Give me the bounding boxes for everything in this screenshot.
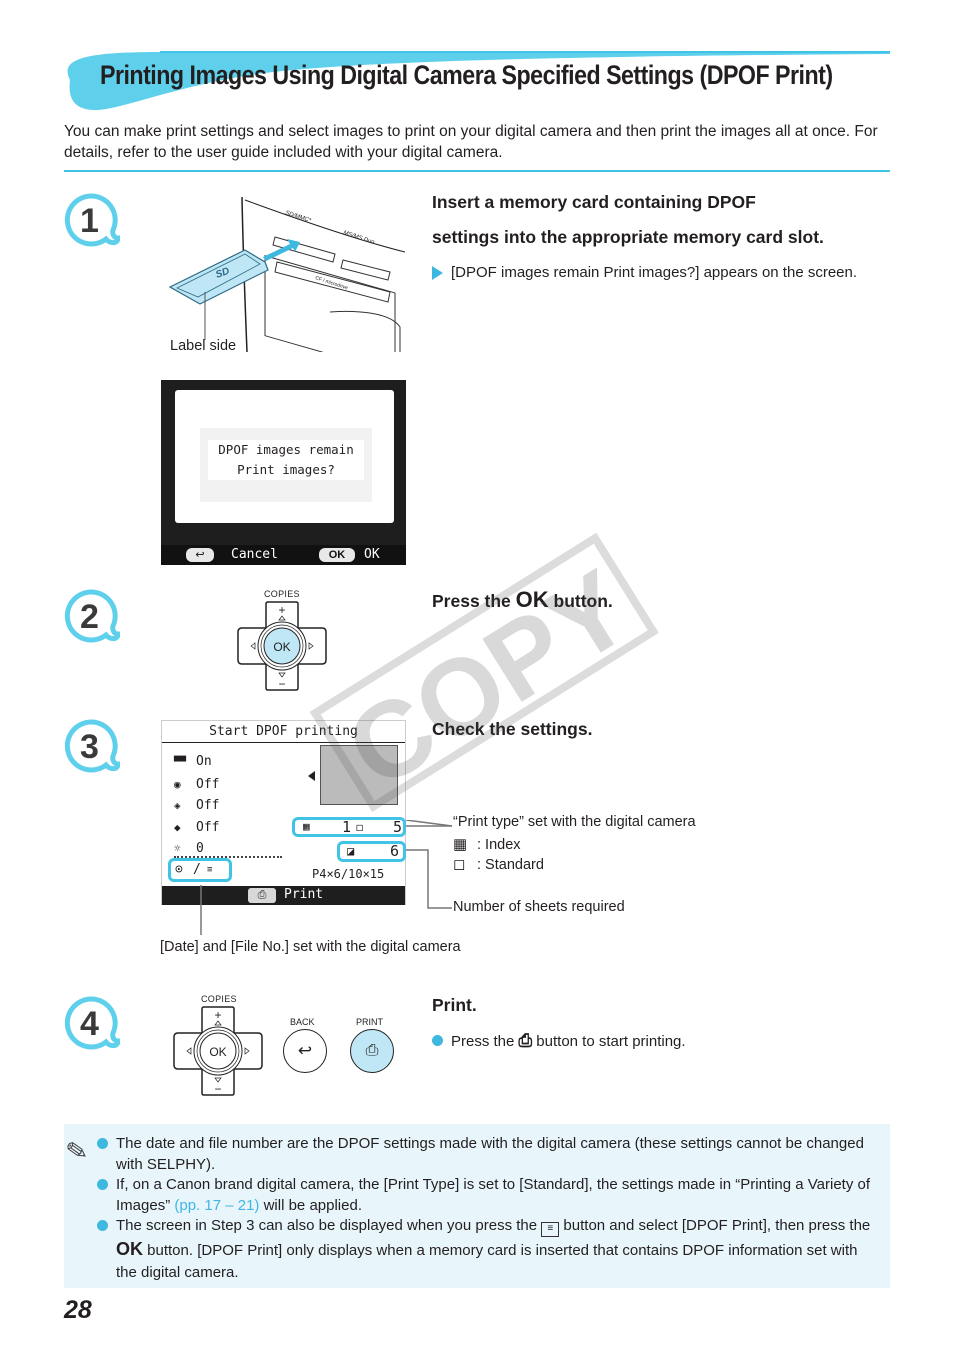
note-item: The screen in Step 3 can also be display… [97, 1215, 876, 1285]
note-item: The date and file number are the DPOF se… [97, 1133, 876, 1175]
setting-value: On [196, 754, 212, 769]
ok-glyph: OK [116, 1238, 143, 1259]
back-key-icon[interactable]: ↩ [186, 548, 214, 562]
dialog-line-2: Print images? [237, 462, 335, 477]
memory-card-insert-illustration: SD/MMC* MS/MS Duo CF / microdrive SD [168, 196, 405, 352]
step-number: 1 [80, 202, 99, 240]
face-brightness-icon: ◈ [174, 799, 181, 812]
bullet-icon [97, 1138, 108, 1149]
intro-paragraph: You can make print settings and select i… [64, 123, 878, 161]
ok-button-label: OK [209, 1045, 226, 1059]
print-icon: ⎙ [365, 1042, 379, 1059]
heading-text: Press the [432, 591, 516, 611]
step-2-heading: Press the OK button. [432, 582, 613, 619]
back-arrow-icon: ↩ [297, 1041, 313, 1060]
step-number: 3 [80, 728, 99, 766]
setting-row: ◈ Off [174, 795, 219, 817]
preview-pointer-icon [308, 771, 315, 781]
menu-button-icon: ≡ [541, 1222, 560, 1237]
standard-legend: ◻ : Standard [453, 855, 544, 873]
note-item: If, on a Canon brand digital camera, the… [97, 1174, 876, 1216]
setting-value: Off [196, 798, 220, 813]
header-divider [64, 170, 890, 172]
ok-glyph: OK [515, 587, 549, 612]
dialog-panel: DPOF images remain Print images? [175, 390, 394, 523]
back-button[interactable]: ↩ [283, 1029, 327, 1073]
print-icon: ⎙ [518, 1031, 533, 1050]
ok-label[interactable]: OK [364, 547, 380, 562]
dialog-box: DPOF images remain Print images? [200, 428, 372, 502]
step-1-result-text: [DPOF images remain Print images?] appea… [451, 264, 858, 281]
step-4-badge: 4 [64, 996, 120, 1050]
callout-lines [200, 820, 453, 935]
bullet-icon [97, 1220, 108, 1231]
setting-row: ◉ Off [174, 774, 219, 796]
index-icon: ▦ [453, 836, 468, 853]
result-arrow-icon [432, 266, 443, 280]
standard-icon: ◻ [453, 856, 466, 873]
step-1-heading-line-1: Insert a memory card containing DPOF [432, 192, 756, 212]
print-button-label: PRINT [356, 1017, 383, 1027]
sheets-callout: Number of sheets required [453, 899, 625, 915]
screen-footer: ↩ Cancel OK OK [161, 545, 406, 565]
dialog-line-1: DPOF images remain [218, 442, 354, 457]
step-4-instruction: Press the ⎙ button to start printing. [432, 1030, 686, 1052]
ok-button-label: OK [273, 640, 290, 654]
page-reference-link[interactable]: (pp. 17 – 21) [174, 1197, 259, 1214]
page-number: 28 [64, 1296, 92, 1324]
instruction-text: button to start printing. [532, 1033, 686, 1050]
step-3-badge: 3 [64, 719, 120, 773]
setting-value: Off [196, 776, 220, 792]
print-button[interactable]: ⎙ [350, 1029, 394, 1073]
bullet-icon [97, 1179, 108, 1190]
minus-label: − [214, 1082, 221, 1096]
print-type-callout: “Print type” set with the digital camera [453, 814, 696, 830]
step-1-badge: 1 [64, 193, 120, 247]
screen-title: Start DPOF printing [162, 721, 405, 743]
step-1-result: [DPOF images remain Print images?] appea… [432, 262, 871, 283]
minus-label: − [278, 677, 285, 691]
slot-label-ms: MS/MS Duo [342, 230, 375, 246]
note-text: The date and file number are the DPOF se… [116, 1135, 864, 1173]
step-number: 4 [80, 1005, 99, 1043]
index-legend-text: : Index [477, 837, 521, 853]
step-2-badge: 2 [64, 589, 120, 643]
dpad-illustration[interactable]: OK + − [236, 600, 328, 692]
back-label: BACK [290, 1017, 315, 1027]
note-text: button and select [DPOF Print], then pre… [559, 1217, 871, 1234]
red-eye-icon: ◉ [174, 777, 181, 791]
bullet-icon [432, 1035, 443, 1046]
plus-label: + [278, 603, 285, 617]
setting-row: ▀▀ On [174, 751, 219, 774]
step-3-heading: Check the settings. [432, 719, 593, 739]
step-number: 2 [80, 598, 99, 636]
standard-legend-text: : Standard [477, 857, 544, 873]
step-1-heading-line-2: settings into the appropriate memory car… [432, 227, 824, 247]
index-legend: ▦ : Index [453, 835, 521, 853]
note-text: will be applied. [259, 1197, 362, 1214]
dpof-prompt-screen: DPOF images remain Print images? ↩ Cance… [161, 380, 406, 565]
ok-key-icon[interactable]: OK [319, 548, 355, 562]
note-text: The screen in Step 3 can also be display… [116, 1217, 542, 1234]
instruction-text: Press the [451, 1033, 519, 1050]
image-preview [320, 745, 398, 805]
date-file-callout: [Date] and [File No.] set with the digit… [160, 939, 461, 955]
image-optimize-icon: ▀▀ [174, 757, 187, 768]
page-title: Printing Images Using Digital Camera Spe… [100, 60, 833, 90]
slot-label-sd: SD/MMC* [284, 210, 312, 224]
cancel-label[interactable]: Cancel [231, 547, 278, 562]
note-box: ✎ The date and file number are the DPOF … [63, 1124, 890, 1288]
dpad-illustration[interactable]: OK + − [172, 1005, 264, 1097]
pencil-icon: ✎ [63, 1134, 91, 1168]
step-4-heading: Print. [432, 995, 477, 1015]
heading-text: button. [548, 591, 613, 611]
dialog-text: DPOF images remain Print images? [208, 440, 364, 480]
plus-label: + [214, 1008, 221, 1022]
note-text: button. [DPOF Print] only displays when … [116, 1241, 858, 1282]
copies-label: COPIES [264, 589, 300, 599]
copies-label: COPIES [201, 994, 237, 1004]
label-side-caption: Label side [170, 338, 237, 354]
